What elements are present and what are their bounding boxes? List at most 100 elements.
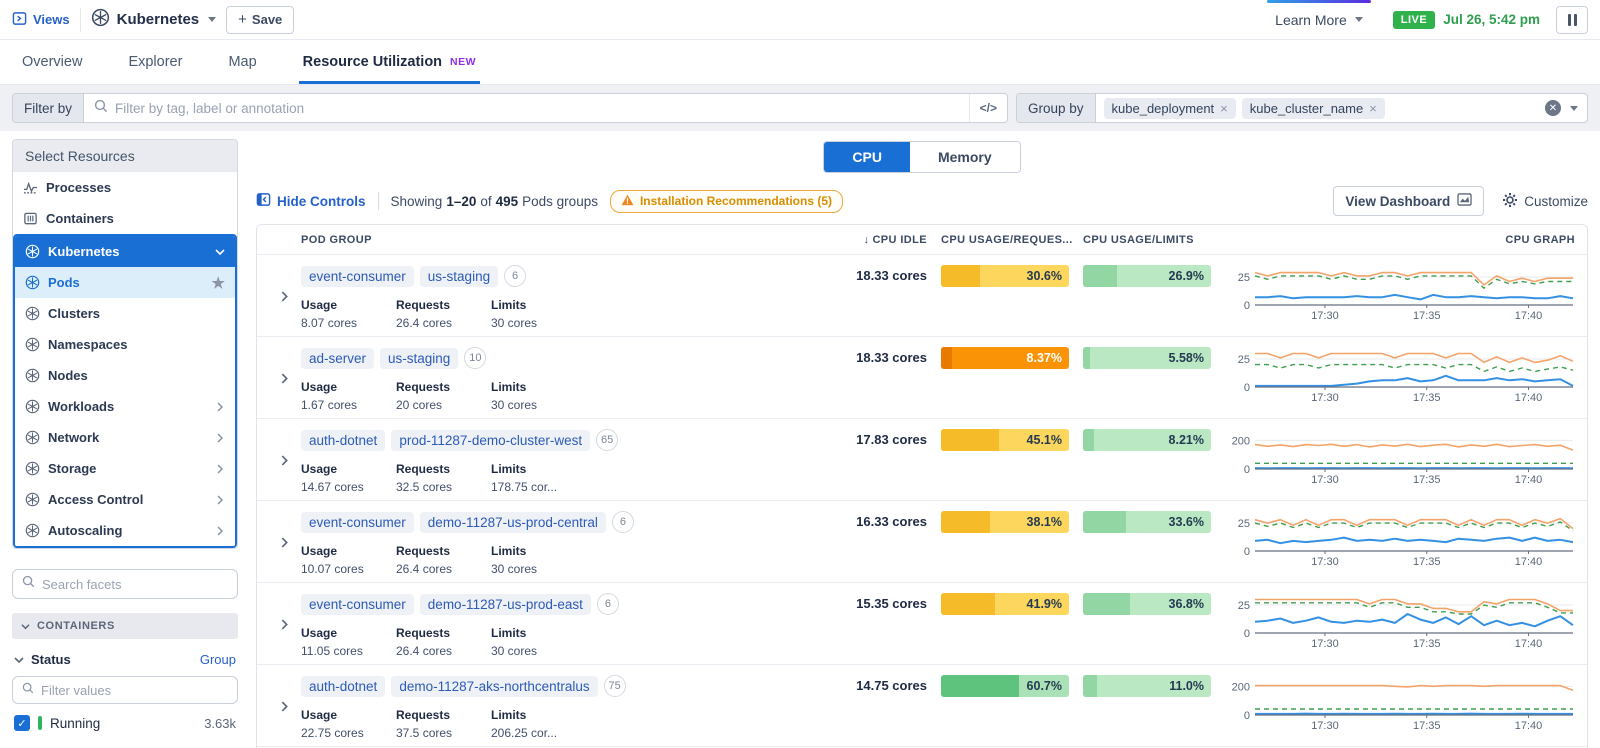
pod-cluster-pill[interactable]: demo-11287-us-prod-central — [419, 511, 606, 533]
row-expand-button[interactable] — [279, 291, 290, 302]
sidebar-item-containers[interactable]: Containers — [13, 203, 237, 234]
sidebar-item-clusters[interactable]: Clusters ★ — [15, 298, 235, 329]
facet-value-running[interactable]: ✓ Running 3.63k — [12, 715, 238, 731]
svg-text:17:30: 17:30 — [1311, 638, 1339, 650]
sidebar-item-pods[interactable]: Pods ★ — [15, 267, 235, 298]
row-expand-button[interactable] — [279, 373, 290, 384]
sidebar-item-network[interactable]: Network ★ — [15, 422, 235, 453]
context-selector[interactable]: Kubernetes — [91, 8, 217, 31]
search-icon — [22, 681, 34, 699]
limits-label: Limits — [491, 708, 527, 722]
group-link[interactable]: Group — [200, 652, 236, 667]
sidebar-item-storage[interactable]: Storage ★ — [15, 453, 235, 484]
limits-value: 206.25 cor... — [491, 726, 558, 740]
tab-resource-utilization[interactable]: Resource Utilization NEW — [298, 40, 481, 84]
sidebar-item-access-control[interactable]: Access Control ★ — [15, 484, 235, 515]
controls-row: Hide Controls Showing 1–20 of 495 Pods g… — [256, 186, 1588, 216]
code-mode-toggle[interactable]: </> — [968, 94, 1007, 122]
kubernetes-icon — [25, 399, 40, 414]
sidebar-item-processes[interactable]: Processes — [13, 172, 237, 203]
col-cpu-usage-limits[interactable]: CPU USAGE/LIMITS — [1083, 234, 1225, 246]
pod-name-pill[interactable]: auth-dotnet — [301, 675, 386, 697]
row-expand-button[interactable] — [279, 619, 290, 630]
svg-text:200: 200 — [1232, 435, 1250, 447]
chevron-down-icon — [215, 247, 225, 257]
sidebar-item-label: Storage — [48, 461, 97, 476]
timestamp[interactable]: Jul 26, 5:42 pm — [1443, 12, 1540, 27]
pod-cluster-pill[interactable]: prod-11287-demo-cluster-west — [391, 429, 591, 451]
chevron-down-icon[interactable] — [14, 655, 24, 665]
requests-label: Requests — [396, 626, 451, 640]
svg-text:25: 25 — [1238, 354, 1250, 366]
installation-recommendations-badge[interactable]: Installation Recommendations (5) — [609, 189, 843, 213]
pod-name-pill[interactable]: event-consumer — [301, 593, 414, 615]
usage-limits-bar: 36.8% — [1083, 593, 1211, 615]
pod-cluster-pill[interactable]: us-staging — [419, 265, 499, 287]
cpu-idle-value: 18.33 cores — [856, 268, 927, 283]
pod-name-pill[interactable]: auth-dotnet — [301, 429, 386, 451]
toggle-memory[interactable]: Memory — [909, 142, 1020, 172]
status-facet-title[interactable]: Status — [31, 652, 193, 667]
save-button[interactable]: + Save — [226, 5, 295, 34]
pod-name-pill[interactable]: event-consumer — [301, 265, 414, 287]
live-badge[interactable]: LIVE — [1392, 10, 1436, 29]
pod-name-pill[interactable]: event-consumer — [301, 511, 414, 533]
containers-facet-section[interactable]: CONTAINERS — [12, 613, 238, 639]
sidebar-item-label: Pods — [48, 275, 80, 290]
group-pill-kube_cluster_name[interactable]: kube_cluster_name × — [1241, 97, 1385, 119]
svg-text:0: 0 — [1244, 546, 1250, 558]
group-pill-kube_deployment[interactable]: kube_deployment × — [1103, 97, 1236, 119]
col-pod-group[interactable]: POD GROUP — [301, 234, 837, 246]
remove-pill-icon[interactable]: × — [1369, 101, 1377, 116]
view-dashboard-label: View Dashboard — [1345, 193, 1451, 209]
facet-filter-input[interactable] — [41, 682, 228, 698]
pod-cluster-pill[interactable]: demo-11287-aks-northcentralus — [391, 675, 598, 697]
running-checkbox[interactable]: ✓ — [14, 715, 30, 731]
limits-value: 30 cores — [491, 316, 538, 330]
new-badge: NEW — [450, 56, 477, 68]
sidebar-item-autoscaling[interactable]: Autoscaling ★ — [15, 515, 235, 546]
tab-overview[interactable]: Overview — [22, 40, 82, 84]
sidebar-item-nodes[interactable]: Nodes ★ — [15, 360, 235, 391]
view-dashboard-button[interactable]: View Dashboard — [1333, 186, 1485, 216]
clear-groups-icon[interactable]: ✕ — [1545, 100, 1561, 116]
pause-button[interactable] — [1556, 5, 1588, 34]
views-button[interactable]: Views — [12, 11, 70, 29]
remove-pill-icon[interactable]: × — [1220, 101, 1228, 116]
row-expand-button[interactable] — [279, 455, 290, 466]
usage-value: 22.75 cores — [301, 726, 364, 740]
usage-value: 8.07 cores — [301, 316, 358, 330]
plus-icon: + — [238, 11, 247, 28]
chevron-right-icon — [215, 432, 225, 443]
sidebar-item-kubernetes[interactable]: Kubernetes — [15, 236, 235, 267]
hide-controls-button[interactable]: Hide Controls — [256, 192, 366, 210]
chevron-down-icon[interactable] — [1570, 105, 1578, 111]
svg-text:17:35: 17:35 — [1413, 310, 1441, 322]
col-cpu-idle[interactable]: ↓ CPU IDLE — [837, 234, 941, 246]
sidebar-item-label: Autoscaling — [48, 523, 123, 538]
pod-name-pill[interactable]: ad-server — [301, 347, 375, 369]
showing-count: Showing 1–20 of 495 Pods groups — [390, 193, 598, 209]
cpu-graph-sparkline: 17:30 17:35 17:40 25 0 — [1225, 589, 1577, 658]
usage-requests-percent: 30.6% — [1026, 269, 1062, 283]
toggle-cpu[interactable]: CPU — [824, 142, 910, 172]
sidebar-item-workloads[interactable]: Workloads ★ — [15, 391, 235, 422]
pod-cluster-pill[interactable]: us-staging — [380, 347, 459, 369]
tab-map[interactable]: Map — [228, 40, 256, 84]
tab-explorer[interactable]: Explorer — [128, 40, 182, 84]
star-icon[interactable]: ★ — [212, 274, 225, 292]
limits-value: 30 cores — [491, 644, 538, 658]
filter-input[interactable] — [115, 100, 959, 116]
pod-cluster-pill[interactable]: demo-11287-us-prod-east — [419, 593, 591, 615]
learn-more-button[interactable]: Learn More — [1267, 0, 1371, 40]
facet-value-filter — [12, 676, 238, 704]
customize-button[interactable]: Customize — [1502, 192, 1588, 211]
views-label: Views — [33, 12, 70, 27]
row-expand-button[interactable] — [279, 701, 290, 712]
col-cpu-usage-requests[interactable]: CPU USAGE/REQUES... — [941, 234, 1083, 246]
row-expand-button[interactable] — [279, 537, 290, 548]
sidebar-item-namespaces[interactable]: Namespaces ★ — [15, 329, 235, 360]
facet-search-input[interactable] — [42, 576, 228, 592]
recommendations-label: Installation Recommendations (5) — [639, 194, 832, 208]
tab-bar: Overview Explorer Map Resource Utilizati… — [0, 40, 1600, 85]
